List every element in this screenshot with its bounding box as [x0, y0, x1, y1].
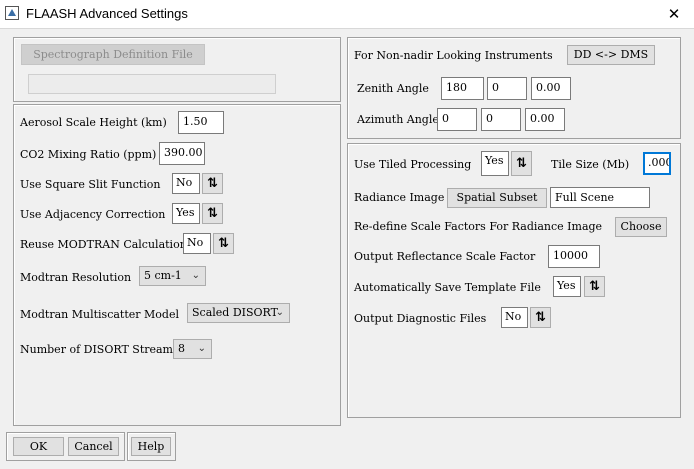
tiled-processing-toggle-icon[interactable]: ⇅	[511, 151, 532, 176]
auto-save-label: Automatically Save Template File	[354, 281, 541, 294]
azimuth-degrees-input[interactable]: 0	[437, 108, 477, 131]
aerosol-input[interactable]: 1.50	[178, 111, 224, 134]
multiscatter-value: Scaled DISORT	[192, 306, 278, 319]
auto-save-value: Yes	[553, 276, 581, 297]
aerosol-label: Aerosol Scale Height (km)	[20, 116, 167, 129]
square-slit-label: Use Square Slit Function	[20, 178, 161, 191]
close-icon[interactable]: ✕	[660, 3, 688, 25]
output-scale-label: Output Reflectance Scale Factor	[354, 250, 536, 263]
ok-button[interactable]: OK	[13, 437, 64, 456]
modtran-resolution-select[interactable]: 5 cm-1 ⌄	[139, 266, 206, 286]
chevron-down-icon: ⌄	[275, 307, 284, 318]
azimuth-minutes-input[interactable]: 0	[481, 108, 521, 131]
help-button[interactable]: Help	[131, 437, 171, 456]
square-slit-toggle-icon[interactable]: ⇅	[202, 173, 223, 194]
diagnostic-files-label: Output Diagnostic Files	[354, 312, 487, 325]
modtran-resolution-label: Modtran Resolution	[20, 271, 132, 284]
reuse-modtran-toggle-icon[interactable]: ⇅	[213, 233, 234, 254]
spectrograph-definition-button[interactable]: Spectrograph Definition File	[21, 44, 205, 65]
output-scale-input[interactable]: 10000	[548, 245, 600, 268]
multiscatter-label: Modtran Multiscatter Model	[20, 308, 179, 321]
app-icon	[5, 6, 19, 20]
azimuth-seconds-input[interactable]: 0.00	[525, 108, 565, 131]
adjacency-value: Yes	[172, 203, 200, 224]
tiled-processing-label: Use Tiled Processing	[354, 158, 472, 171]
chevron-down-icon: ⌄	[197, 343, 206, 354]
zenith-minutes-input[interactable]: 0	[487, 77, 527, 100]
azimuth-label: Azimuth Angle	[357, 113, 439, 126]
radiance-image-label: Radiance Image	[354, 191, 445, 204]
co2-input[interactable]: 390.00	[159, 142, 205, 165]
redefine-scale-label: Re-define Scale Factors For Radiance Ima…	[354, 220, 603, 233]
zenith-seconds-input[interactable]: 0.00	[531, 77, 571, 100]
tiled-processing-value: Yes	[481, 151, 509, 176]
zenith-label: Zenith Angle	[357, 82, 429, 95]
disort-streams-select[interactable]: 8 ⌄	[173, 339, 212, 359]
reuse-modtran-value: No	[183, 233, 211, 254]
window-title: FLAASH Advanced Settings	[26, 6, 188, 21]
diagnostic-files-toggle-icon[interactable]: ⇅	[530, 307, 551, 328]
title-bar: FLAASH Advanced Settings ✕	[0, 0, 694, 28]
adjacency-toggle-icon[interactable]: ⇅	[202, 203, 223, 224]
non-nadir-label: For Non-nadir Looking Instruments	[354, 49, 553, 62]
spectrograph-path-field[interactable]	[28, 74, 276, 94]
tile-size-label: Tile Size (Mb)	[551, 158, 630, 171]
co2-label: CO2 Mixing Ratio (ppm)	[20, 148, 157, 161]
spatial-subset-button[interactable]: Spatial Subset	[447, 188, 547, 208]
reuse-modtran-label: Reuse MODTRAN Calculations	[20, 238, 193, 251]
choose-button[interactable]: Choose	[615, 217, 667, 237]
square-slit-value: No	[172, 173, 200, 194]
auto-save-toggle-icon[interactable]: ⇅	[584, 276, 605, 297]
modtran-resolution-value: 5 cm-1	[144, 269, 182, 282]
multiscatter-select[interactable]: Scaled DISORT ⌄	[187, 303, 290, 323]
diagnostic-files-value: No	[501, 307, 528, 328]
disort-streams-value: 8	[178, 342, 185, 355]
adjacency-label: Use Adjacency Correction	[20, 208, 166, 221]
zenith-degrees-input[interactable]: 180	[441, 77, 484, 100]
disort-streams-label: Number of DISORT Streams	[20, 343, 179, 356]
cancel-button[interactable]: Cancel	[68, 437, 119, 456]
full-scene-field: Full Scene	[550, 187, 650, 208]
chevron-down-icon: ⌄	[191, 270, 200, 281]
dd-dms-button[interactable]: DD <-> DMS	[567, 45, 655, 65]
tile-size-input[interactable]: .000	[643, 152, 671, 175]
